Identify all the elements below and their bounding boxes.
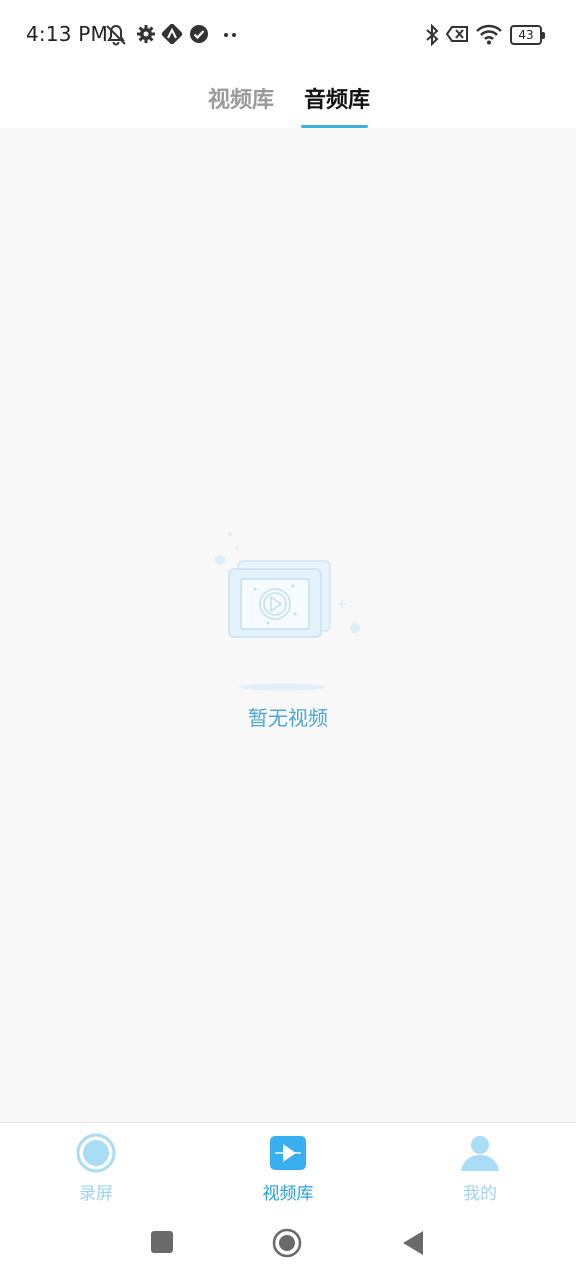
library-tabs: 视频库 音频库 bbox=[0, 70, 576, 128]
video-library-icon bbox=[270, 1136, 306, 1170]
more-dots-icon bbox=[224, 33, 236, 37]
nav-item-video-library[interactable]: 视频库 bbox=[228, 1123, 348, 1209]
wifi-icon bbox=[476, 24, 502, 45]
record-icon bbox=[76, 1133, 116, 1173]
bluetooth-icon bbox=[426, 24, 439, 46]
check-circle-icon bbox=[190, 25, 208, 43]
tab-audio-library[interactable]: 音频库 bbox=[304, 82, 370, 114]
nav-label-record: 录屏 bbox=[79, 1184, 113, 1204]
back-triangle-icon[interactable] bbox=[402, 1230, 424, 1256]
tab-video-library[interactable]: 视频库 bbox=[208, 82, 274, 114]
gear-icon bbox=[137, 25, 155, 43]
nav-label-video-library: 视频库 bbox=[262, 1184, 314, 1204]
bottom-navigation: 录屏 视频库 我的 bbox=[0, 1122, 576, 1208]
recents-square-icon[interactable] bbox=[150, 1230, 174, 1254]
library-content: 暂无视频 bbox=[0, 128, 576, 1122]
battery-icon: 43 bbox=[510, 25, 545, 45]
nav-item-record[interactable]: 录屏 bbox=[36, 1123, 156, 1209]
sim-off-icon bbox=[446, 26, 468, 42]
empty-state-text: 暂无视频 bbox=[248, 706, 328, 730]
status-bar: 4:13 PM 43 bbox=[0, 0, 576, 70]
status-time: 4:13 PM bbox=[26, 22, 108, 46]
nav-label-me: 我的 bbox=[463, 1184, 497, 1204]
nav-item-me[interactable]: 我的 bbox=[420, 1123, 540, 1209]
mute-icon bbox=[106, 24, 126, 46]
person-icon bbox=[461, 1136, 499, 1171]
nfc-icon bbox=[162, 24, 182, 44]
system-navigation-bar bbox=[0, 1208, 576, 1280]
home-circle-icon[interactable] bbox=[272, 1228, 302, 1258]
video-placeholder-icon bbox=[215, 532, 360, 691]
